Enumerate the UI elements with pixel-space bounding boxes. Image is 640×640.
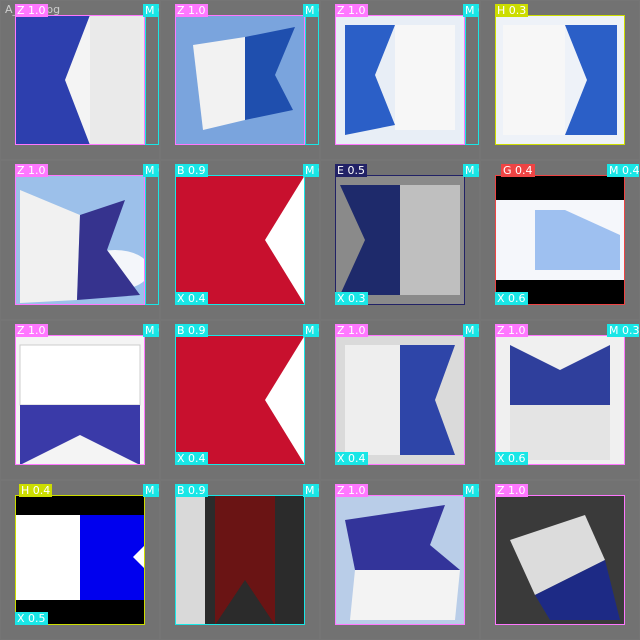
flag-image [175,335,305,465]
detection-label-z: Z 1.0 [495,324,528,337]
detection-label-m: M 0.5 [143,484,159,497]
detection-box-m [145,15,159,145]
grid-cell[interactable]: H 0.3 [481,1,639,159]
detection-label-g: G 0.4 [501,164,535,177]
grid-cell[interactable]: A_Z... .jpg Z 1.0 M 0.8 [1,1,159,159]
detection-label-z: Z 1.0 [15,4,48,17]
detection-label-m: M 0.8 [303,484,319,497]
detection-label-m: M 0.8 [143,4,159,17]
detection-label-m: M 0.4 [463,484,479,497]
detection-label-z: Z 1.0 [15,164,48,177]
flag-image [335,335,465,465]
detection-label-z: Z 1.0 [495,484,528,497]
detection-label-z: Z 1.0 [335,4,368,17]
detection-label-h: H 0.3 [495,4,529,17]
grid-cell[interactable]: Z 1.0 M 0.5 [1,161,159,319]
flag-image [335,495,465,625]
grid-cell[interactable]: B 0.9 M 0.8 [161,481,319,639]
detection-label-m: M 0.3 [303,164,319,177]
detection-label-h: H 0.4 [19,484,53,497]
grid-cell[interactable]: Z 1.0 M 0.6 [161,1,319,159]
detection-label-x: X 0.6 [495,292,528,305]
detection-label-b: B 0.9 [175,324,208,337]
detection-label-x: X 0.4 [175,452,208,465]
detection-label-x: X 0.3 [335,292,368,305]
detection-box-m [465,15,479,145]
detection-label-z: Z 1.0 [175,4,208,17]
detection-label-m: M 0.8 [463,4,479,17]
grid-cell[interactable]: E 0.5 M 0.3 X 0.3 [321,161,479,319]
detection-label-z: Z 1.0 [335,324,368,337]
flag-image [335,175,465,305]
flag-image [495,335,625,465]
detection-label-m: M 0.3 [303,324,319,337]
grid-cell[interactable]: Z 1.0 M 0.5 [1,321,159,479]
detection-label-x: X 0.5 [15,612,48,625]
flag-image [15,335,145,465]
detection-label-e: E 0.5 [335,164,367,177]
detection-label-m: M 0.6 [303,4,319,17]
grid-cell[interactable]: Z 1.0 M 0.4 [321,481,479,639]
detection-box-m [305,15,319,145]
detection-label-x: X 0.4 [175,292,208,305]
grid-cell[interactable]: Z 1.0 [481,481,639,639]
detection-label-m: M 0.3 [607,324,639,337]
detection-label-m: M 0.4 [607,164,639,177]
grid-cell[interactable]: Z 1.0 M 0.8 [321,1,479,159]
grid-cell[interactable]: B 0.9 M 0.3 X 0.4 [161,161,319,319]
grid-cell[interactable]: Z 1.0 M 0.3 X 0.6 [481,321,639,479]
flag-image [15,495,145,625]
detection-label-m: M 0.3 [463,164,479,177]
detection-label-m: M 0.5 [143,324,159,337]
detection-box-m [145,175,159,305]
detection-label-z: Z 1.0 [335,484,368,497]
flag-image [495,175,625,305]
flag-image [175,175,305,305]
grid-cell[interactable]: Z 1.0 M 0.4 X 0.4 [321,321,479,479]
grid-cell[interactable]: G 0.4 M 0.4 X 0.6 [481,161,639,319]
detection-label-m: M 0.5 [143,164,159,177]
flag-image [15,15,145,145]
detection-label-b: B 0.9 [175,484,208,497]
detection-label-x: X 0.4 [335,452,368,465]
grid-cell[interactable]: B 0.9 M 0.3 X 0.4 [161,321,319,479]
grid-cell[interactable]: H 0.4 M 0.5 X 0.5 [1,481,159,639]
detection-label-z: Z 1.0 [15,324,48,337]
detection-label-b: B 0.9 [175,164,208,177]
flag-image [175,15,305,145]
image-grid: A_Z... .jpg Z 1.0 M 0.8 Z 1.0 M 0.6 Z 1.… [0,0,640,640]
detection-label-x: X 0.6 [495,452,528,465]
flag-image [495,495,625,625]
flag-image [15,175,145,305]
detection-label-m: M 0.4 [463,324,479,337]
flag-image [495,15,625,145]
flag-image [335,15,465,145]
flag-image [175,495,305,625]
